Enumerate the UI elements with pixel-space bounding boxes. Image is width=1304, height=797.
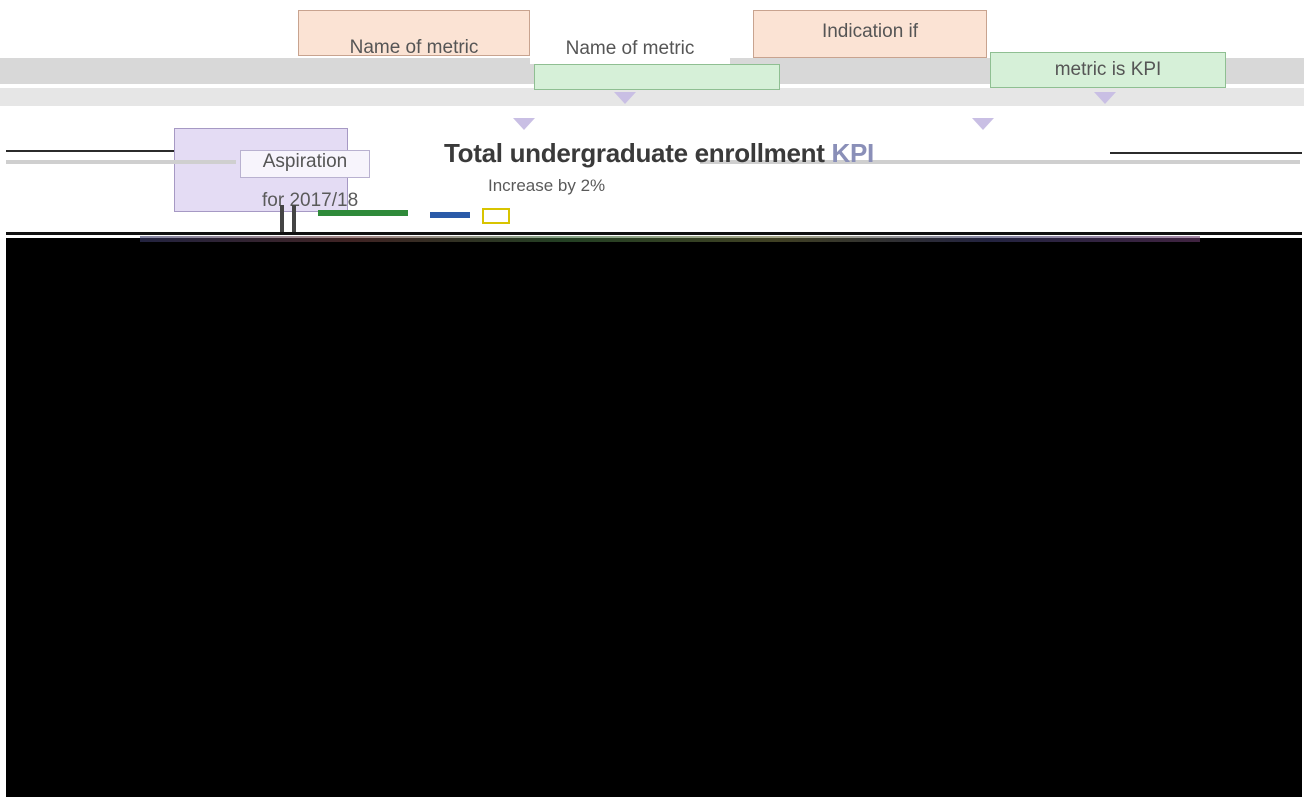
arrow-down-icon (513, 118, 535, 130)
callout-name-of-metric: Name of metric (530, 38, 730, 64)
metric-status: Increase by 2% (488, 176, 606, 195)
divider-right (1110, 152, 1302, 154)
legend-mark-blue (430, 212, 470, 218)
legend-mark-yellow (482, 208, 510, 224)
metric-title: Total undergraduate enrollment KPI (444, 138, 874, 169)
legend-mark-green (318, 210, 408, 216)
panel-top-rule (6, 232, 1302, 235)
divider-left-lower (6, 160, 236, 164)
callout-indication-if: Indication if (753, 10, 987, 58)
callout-aspiration-label: Aspiration (262, 151, 348, 172)
divider-left (6, 150, 174, 152)
content-panel (6, 238, 1302, 797)
callout-name-of-metric-top: Name of metric (298, 10, 530, 56)
callout-name-of-metric-top-label: Name of metric (349, 37, 479, 56)
callout-name-of-metric-label: Name of metric (565, 38, 695, 59)
arrow-down-icon (1094, 92, 1116, 104)
arrow-down-icon (614, 92, 636, 104)
legend-mark-bar (280, 205, 284, 235)
callout-metric-is-kpi: metric is KPI (990, 52, 1226, 88)
legend-mark-bar (292, 205, 296, 235)
arrow-down-icon (972, 118, 994, 130)
callout-metric-is-kpi-label: metric is KPI (1054, 59, 1162, 80)
metric-title-text: Total undergraduate enrollment (444, 138, 825, 168)
callout-indication-if-label: Indication if (821, 21, 919, 42)
callout-name-of-metric-green (534, 64, 780, 90)
callout-aspiration-year: for 2017/18 (262, 190, 359, 211)
panel-noise-strip (140, 236, 1200, 242)
kpi-tag: KPI (831, 138, 875, 168)
callout-aspiration-label-box: Aspiration (240, 150, 370, 178)
